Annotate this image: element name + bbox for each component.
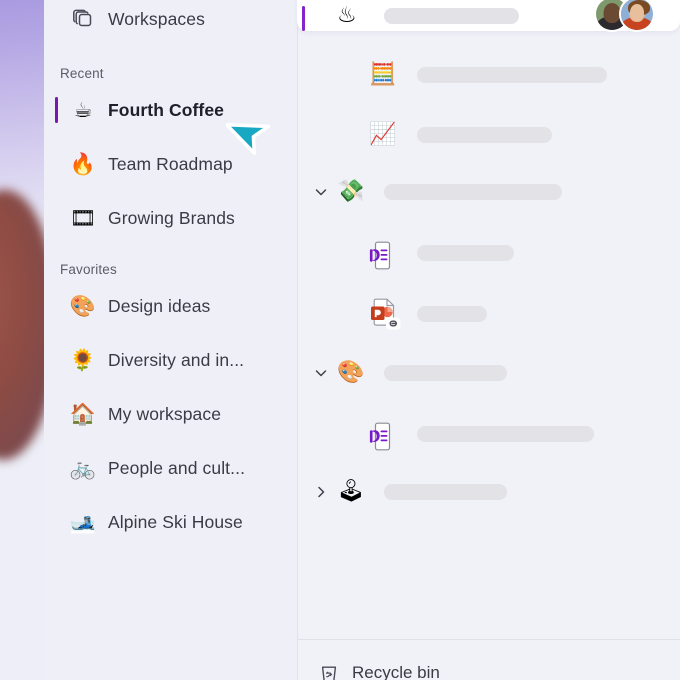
content-row[interactable] [297, 414, 680, 454]
sidebar-item-design-ideas[interactable]: 🎨 Design ideas [44, 284, 297, 328]
skeleton-placeholder [417, 245, 514, 261]
sidebar-section-header: Favorites [60, 262, 117, 277]
footer-divider [297, 639, 680, 640]
joystick-emoji: 🕹 [337, 479, 365, 504]
stacked-layers-icon [69, 5, 97, 33]
skeleton-placeholder [417, 306, 487, 322]
sidebar-item-label: Team Roadmap [108, 153, 233, 174]
selected-accent-bar [55, 97, 58, 123]
sidebar-item-label: Fourth Coffee [108, 99, 225, 120]
sidebar-section-header: Recent [60, 66, 104, 81]
onenote-page-icon [369, 241, 396, 270]
skeleton-placeholder [417, 127, 552, 143]
content-row[interactable]: 🕹 [297, 472, 680, 512]
content-row[interactable]: 📈 [297, 115, 680, 155]
sidebar-item-label: Diversity and in... [108, 349, 245, 370]
chevron-down-icon[interactable] [314, 366, 328, 380]
money-with-wings-emoji: 💸 [337, 179, 365, 204]
coffee-cup-emoji: ☕ [73, 97, 93, 122]
chevron-down-icon[interactable] [314, 185, 328, 199]
recycle-bin-icon [318, 662, 340, 680]
sidebar-item-fourth-coffee[interactable]: ☕ Fourth Coffee [44, 88, 297, 132]
hot-springs-emoji: ♨ [337, 3, 357, 28]
sidebar-item-diversity-and-in[interactable]: 🌻 Diversity and in... [44, 338, 297, 382]
skier-emoji: 🎿 [69, 509, 97, 534]
sidebar-item-label: My workspace [108, 403, 222, 424]
house-emoji: 🏠 [69, 401, 97, 426]
panel-divider [297, 0, 298, 680]
powerpoint-link-icon [369, 298, 401, 332]
chart-increasing-emoji: 📈 [369, 122, 397, 147]
sidebar-item-growing-brands[interactable]: 🎞 Growing Brands [44, 196, 297, 240]
sidebar-item-my-workspace[interactable]: 🏠 My workspace [44, 392, 297, 436]
skeleton-placeholder [384, 8, 519, 24]
fire-emoji: 🔥 [69, 151, 97, 176]
app-window: Workspaces Recent ☕ Fourth Coffee 🔥 Team Roa… [0, 0, 680, 680]
content-row[interactable]: 🎨 [297, 353, 680, 393]
abacus-emoji: 🧮 [369, 62, 397, 87]
skeleton-placeholder [384, 484, 507, 500]
sidebar-item-label: People and cult... [108, 457, 246, 478]
sidebar-item-team-roadmap[interactable]: 🔥 Team Roadmap [44, 142, 297, 186]
content-row[interactable]: 💸 [297, 172, 680, 212]
artist-palette-emoji: 🎨 [337, 360, 365, 385]
content-row[interactable] [297, 233, 680, 273]
recycle-bin-label: Recycle bin [352, 663, 440, 680]
sidebar-item-label: Growing Brands [108, 207, 235, 228]
chevron-right-icon[interactable] [314, 485, 328, 499]
avatar[interactable] [619, 0, 655, 32]
avatar-group[interactable] [594, 0, 672, 32]
skeleton-placeholder [417, 67, 607, 83]
sidebar-item-label: Design ideas [108, 295, 211, 316]
recycle-bin-item[interactable]: Recycle bin [297, 653, 680, 680]
sidebar-item-label: Alpine Ski House [108, 511, 243, 532]
onenote-page-icon [369, 422, 396, 451]
sidebar-item-workspaces[interactable]: Workspaces [44, 0, 297, 41]
film-frames-emoji: 🎞 [69, 205, 97, 230]
content-row[interactable] [297, 294, 680, 334]
sidebar-item-people-and-cult[interactable]: 🚲 People and cult... [44, 446, 297, 490]
content-panel: ♨ 🧮 📈 💸 🎨 🕹 Recycle bin [297, 0, 680, 680]
bicycle-emoji: 🚲 [69, 455, 97, 480]
sidebar-item-alpine-ski-house[interactable]: 🎿 Alpine Ski House [44, 500, 297, 544]
sidebar: Workspaces Recent ☕ Fourth Coffee 🔥 Team Roa… [44, 0, 297, 680]
skeleton-placeholder [384, 184, 562, 200]
content-row[interactable]: 🧮 [297, 55, 680, 95]
skeleton-placeholder [417, 426, 594, 442]
skeleton-placeholder [384, 365, 507, 381]
sunflower-emoji: 🌻 [69, 347, 97, 372]
artist-palette-emoji: 🎨 [69, 293, 97, 318]
sidebar-item-label: Workspaces [108, 8, 205, 29]
